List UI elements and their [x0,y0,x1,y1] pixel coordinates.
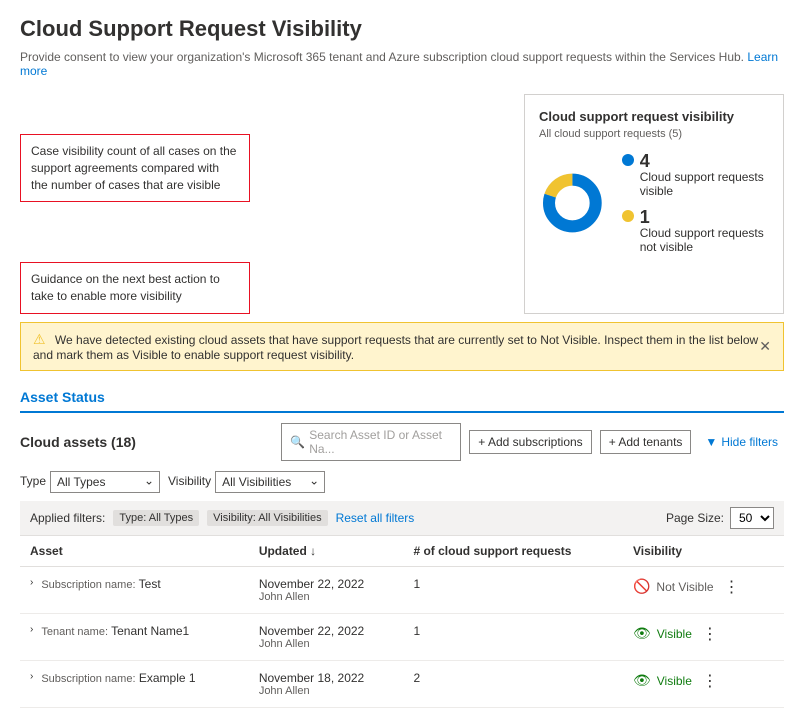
more-button-1[interactable]: ⋮ [698,624,722,644]
type-dropdown[interactable]: All Types [50,471,160,493]
visibility-filter-group: Visibility All Visibilities [168,471,325,493]
callout-left-area: Case visibility count of all cases on th… [20,94,250,314]
callout-right-area: Cloud support request visibility All clo… [250,94,784,314]
donut-chart [539,158,606,248]
asset-cell-1: › Tenant name: Tenant Name1 [20,613,249,660]
asset-table: Asset Updated ↓ # of cloud support reque… [20,536,784,708]
legend-not-visible-text: 1 Cloud support requests not visible [640,208,769,254]
more-button-2[interactable]: ⋮ [698,671,722,691]
col-updated: Updated ↓ [249,536,404,567]
page-size-row: Page Size: 50 [666,507,774,529]
asset-cell-0: › Subscription name: Test [20,566,249,613]
visible-icon-1: 👁 [633,625,651,642]
applied-label: Applied filters: [30,511,105,525]
chart-title: Cloud support request visibility [539,109,769,124]
visibility-filter-label: Visibility [168,474,211,488]
type-filter-label: Type [20,474,46,488]
expand-button-2[interactable]: › [30,671,37,682]
warning-banner: ⚠ We have detected existing cloud assets… [20,322,784,371]
col-requests: # of cloud support requests [403,536,623,567]
chart-legend: 4 Cloud support requests visible 1 Cloud… [622,152,769,254]
search-icon: 🔍 [290,435,305,449]
visibility-cell-0: 🚫 Not Visible ⋮ [623,566,784,613]
more-button-0[interactable]: ⋮ [720,577,744,597]
add-subscriptions-button[interactable]: + Add subscriptions [469,430,591,454]
callout-container: Case visibility count of all cases on th… [20,94,784,314]
header-row: Asset Updated ↓ # of cloud support reque… [20,536,784,567]
page-size-select[interactable]: 50 [730,507,774,529]
page-size-label: Page Size: [666,511,724,525]
add-tenants-button[interactable]: + Add tenants [600,430,692,454]
asset-cell-2: › Subscription name: Example 1 [20,660,249,707]
legend-visible-text: 4 Cloud support requests visible [640,152,769,198]
not-visible-dot [622,210,634,222]
toolbar-row: Cloud assets (18) 🔍 Search Asset ID or A… [20,423,784,461]
reset-filters-link[interactable]: Reset all filters [336,511,415,525]
chart-inner: 4 Cloud support requests visible 1 Cloud… [539,152,769,254]
warning-content: ⚠ We have detected existing cloud assets… [33,331,759,362]
requests-cell-0: 1 [403,566,623,613]
table-row: › Subscription name: Test November 22, 2… [20,566,784,613]
callout-guidance: Guidance on the next best action to take… [20,262,250,314]
callout-case-visibility: Case visibility count of all cases on th… [20,134,250,202]
visibility-cell-1: 👁 Visible ⋮ [623,613,784,660]
cloud-assets-count: Cloud assets (18) [20,434,136,450]
filter-tag-type: Type: All Types [113,510,199,526]
page-container: Cloud Support Request Visibility Provide… [0,0,804,724]
legend-not-visible: 1 Cloud support requests not visible [622,208,769,254]
page-title: Cloud Support Request Visibility [20,16,784,42]
hide-filters-button[interactable]: ▼ Hide filters [699,431,784,453]
toolbar-right: 🔍 Search Asset ID or Asset Na... + Add s… [281,423,784,461]
table-row: › Tenant name: Tenant Name1 November 22,… [20,613,784,660]
tab-asset-status[interactable]: Asset Status [20,383,105,413]
not-visible-icon-0: 🚫 [633,578,650,595]
expand-button-1[interactable]: › [30,624,37,635]
chart-subtitle: All cloud support requests (5) [539,128,769,140]
table-body: › Subscription name: Test November 22, 2… [20,566,784,707]
warning-icon: ⚠ [33,331,46,347]
updated-cell-2: November 18, 2022 John Allen [249,660,404,707]
table-header: Asset Updated ↓ # of cloud support reque… [20,536,784,567]
visible-icon-2: 👁 [633,672,651,689]
col-visibility: Visibility [623,536,784,567]
legend-visible: 4 Cloud support requests visible [622,152,769,198]
section-tabs: Asset Status [20,383,784,413]
col-asset: Asset [20,536,249,567]
visibility-cell-2: 👁 Visible ⋮ [623,660,784,707]
search-box[interactable]: 🔍 Search Asset ID or Asset Na... [281,423,461,461]
filter-icon: ▼ [705,435,717,449]
warning-close-button[interactable]: ✕ [759,338,771,355]
chart-card: Cloud support request visibility All clo… [524,94,784,314]
updated-cell-0: November 22, 2022 John Allen [249,566,404,613]
requests-cell-2: 2 [403,660,623,707]
visible-dot [622,154,634,166]
type-select-wrapper: All Types [50,471,160,493]
filters-row: Type All Types Visibility All Visibiliti… [20,471,784,493]
applied-filters-row: Applied filters: Type: All Types Visibil… [20,501,784,536]
expand-button-0[interactable]: › [30,577,37,588]
type-filter-group: Type All Types [20,471,160,493]
filter-tag-visibility: Visibility: All Visibilities [207,510,327,526]
requests-cell-1: 1 [403,613,623,660]
visibility-dropdown[interactable]: All Visibilities [215,471,325,493]
applied-filters-left: Applied filters: Type: All Types Visibil… [30,510,414,526]
page-subtitle: Provide consent to view your organizatio… [20,50,784,78]
updated-cell-1: November 22, 2022 John Allen [249,613,404,660]
visibility-select-wrapper: All Visibilities [215,471,325,493]
table-row: › Subscription name: Example 1 November … [20,660,784,707]
search-placeholder: Search Asset ID or Asset Na... [309,428,452,456]
